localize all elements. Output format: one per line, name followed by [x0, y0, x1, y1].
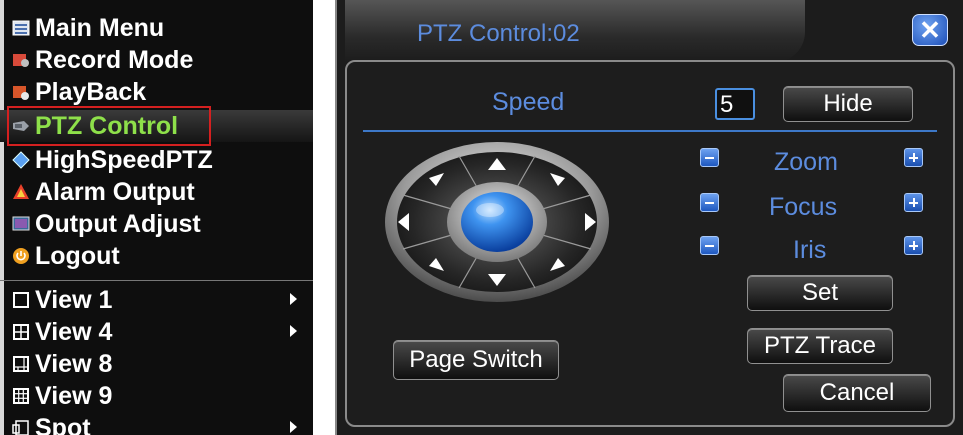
submenu-arrow-icon — [290, 421, 297, 433]
view-8-icon — [13, 356, 29, 372]
menu-item-record-mode[interactable]: Record Mode — [0, 44, 313, 76]
menu-item-logout[interactable]: Logout — [0, 240, 313, 272]
menu-item-label: View 9 — [35, 381, 113, 410]
speed-label: Speed — [492, 88, 565, 116]
playback-icon — [13, 86, 29, 100]
main-menu-icon — [12, 20, 30, 36]
focus-plus-button[interactable] — [904, 193, 923, 212]
header-divider — [363, 130, 937, 132]
submenu-arrow-icon — [290, 325, 297, 337]
set-button[interactable]: Set — [747, 275, 893, 311]
menu-item-spot[interactable]: Spot — [0, 412, 313, 435]
highspeed-ptz-icon — [12, 151, 30, 169]
menu-item-label: Main Menu — [35, 13, 165, 42]
selection-highlight-box — [7, 106, 211, 146]
view-9-icon — [13, 388, 29, 404]
menu-item-view-4[interactable]: View 4 — [0, 316, 313, 348]
menu-item-label: Logout — [35, 241, 120, 270]
menu-item-view-9[interactable]: View 9 — [0, 380, 313, 412]
close-button[interactable]: ✕ — [912, 14, 948, 46]
menu-item-playback[interactable]: PlayBack — [0, 76, 313, 108]
logout-icon — [13, 248, 29, 264]
menu-item-highspeed-ptz[interactable]: HighSpeedPTZ — [0, 144, 313, 176]
output-adjust-icon — [12, 216, 30, 231]
dialog-title: PTZ Control:02 — [417, 20, 580, 47]
direction-pad — [385, 142, 609, 302]
view-4-icon — [13, 324, 29, 340]
focus-label: Focus — [769, 193, 838, 221]
ptz-control-dialog: PTZ Control:02 ✕ Speed 5 Hide Zoom Focus… — [335, 0, 963, 435]
menu-item-label: PlayBack — [35, 77, 147, 106]
menu-item-label: View 4 — [35, 317, 113, 346]
menu-item-main-menu[interactable]: Main Menu — [0, 12, 313, 44]
menu-item-view-1[interactable]: View 1 — [0, 284, 313, 316]
dpad-center-button[interactable] — [461, 192, 533, 252]
record-mode-icon — [13, 54, 29, 67]
ptz-trace-button[interactable]: PTZ Trace — [747, 328, 893, 364]
submenu-arrow-icon — [290, 293, 297, 305]
menu-item-label: HighSpeedPTZ — [35, 145, 213, 174]
iris-plus-button[interactable] — [904, 236, 923, 255]
menu-item-label: Record Mode — [35, 45, 194, 74]
page-switch-button[interactable]: Page Switch — [393, 340, 559, 380]
context-menu: Main Menu Record Mode PlayBack PTZ Contr… — [0, 0, 313, 435]
spot-icon — [12, 420, 29, 435]
menu-item-label: View 8 — [35, 349, 113, 378]
cancel-button[interactable]: Cancel — [783, 374, 931, 412]
menu-item-label: Spot — [35, 413, 91, 435]
menu-item-label: View 1 — [35, 285, 113, 314]
iris-label: Iris — [793, 236, 827, 264]
view-1-icon — [13, 292, 29, 308]
menu-item-label: Alarm Output — [35, 177, 195, 206]
menu-item-label: Output Adjust — [35, 209, 201, 238]
close-icon: ✕ — [919, 15, 941, 45]
menu-item-output-adjust[interactable]: Output Adjust — [0, 208, 313, 240]
iris-minus-button[interactable] — [700, 236, 719, 255]
zoom-minus-button[interactable] — [700, 148, 719, 167]
speed-input[interactable]: 5 — [715, 88, 755, 120]
zoom-plus-button[interactable] — [904, 148, 923, 167]
menu-separator — [0, 280, 313, 281]
zoom-label: Zoom — [774, 148, 838, 176]
hide-button[interactable]: Hide — [783, 86, 913, 122]
focus-minus-button[interactable] — [700, 193, 719, 212]
menu-item-view-8[interactable]: View 8 — [0, 348, 313, 380]
menu-item-alarm-output[interactable]: Alarm Output — [0, 176, 313, 208]
alarm-output-icon — [13, 184, 29, 199]
